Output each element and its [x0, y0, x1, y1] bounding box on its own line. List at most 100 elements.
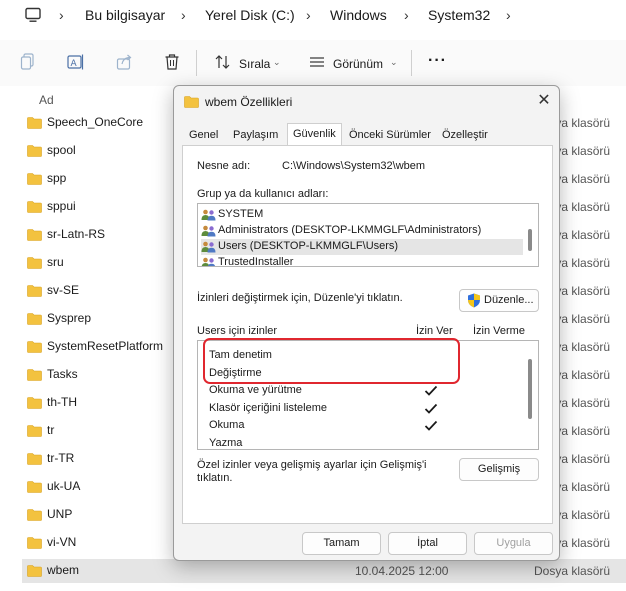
permission-name: Okuma: [209, 419, 245, 431]
apply-button[interactable]: Uygula: [474, 532, 553, 555]
folder-icon: [27, 509, 42, 521]
breadcrumb-yerel-disk[interactable]: Yerel Disk (C:): [205, 7, 295, 23]
file-type: Dosya klasörü: [534, 564, 611, 578]
checkmark-icon: [424, 385, 438, 396]
folder-icon: [27, 453, 42, 465]
file-name: sr-Latn-RS: [47, 227, 106, 241]
sort-button-label[interactable]: Sırala: [239, 57, 270, 71]
view-icon[interactable]: [308, 53, 326, 71]
file-name: th-TH: [47, 395, 77, 409]
chevron-right-icon: ›: [306, 7, 311, 23]
groups-label: Grup ya da kullanıcı adları:: [197, 188, 329, 200]
dialog-title: wbem Özellikleri: [205, 95, 293, 109]
users-icon: [201, 209, 216, 221]
tab-ozellestir[interactable]: Özelleştir: [437, 126, 493, 144]
column-header-name[interactable]: Ad: [39, 93, 54, 107]
users-icon: [201, 241, 216, 253]
users-listbox[interactable]: SYSTEM Administrators (DESKTOP-LKMMGLF\Ad…: [197, 203, 539, 267]
file-name: tr: [47, 423, 55, 437]
advanced-hint-line2: tıklatın.: [197, 472, 233, 484]
file-name: vi-VN: [47, 535, 77, 549]
file-name: UNP: [47, 507, 73, 521]
delete-icon[interactable]: [164, 53, 180, 71]
deny-column-header: İzin Verme: [473, 325, 525, 337]
folder-icon: [27, 285, 42, 297]
file-name: tr-TR: [47, 451, 75, 465]
folder-icon: [27, 117, 42, 129]
chevron-right-icon: ›: [59, 7, 64, 23]
users-icon: [201, 225, 216, 237]
toolbar-divider: [196, 50, 197, 76]
permission-name: Yazma: [209, 436, 243, 449]
object-name-label: Nesne adı:: [197, 160, 251, 172]
more-options-icon[interactable]: ···: [428, 52, 447, 70]
users-icon: [201, 257, 216, 266]
user-name: Users (DESKTOP-LKMMGLF\Users): [218, 240, 399, 252]
breadcrumb-windows[interactable]: Windows: [330, 7, 387, 23]
folder-icon: [27, 145, 42, 157]
folder-icon: [27, 341, 42, 353]
user-list-item[interactable]: Users (DESKTOP-LKMMGLF\Users): [201, 239, 523, 255]
tab-onceki-surumler[interactable]: Önceki Sürümler: [344, 126, 436, 144]
user-list-item[interactable]: SYSTEM: [201, 207, 523, 223]
cancel-button[interactable]: İptal: [388, 532, 467, 555]
copy-icon[interactable]: [20, 53, 36, 71]
tab-guvenlik[interactable]: Güvenlik: [287, 123, 342, 146]
folder-icon: [27, 397, 42, 409]
file-row[interactable]: wbem 10.04.2025 12:00 Dosya klasörü: [22, 559, 626, 583]
address-bar[interactable]: › Bu bilgisayar › Yerel Disk (C:) › Wind…: [0, 0, 626, 32]
permissions-label: Users için izinler: [197, 325, 278, 337]
user-list-item[interactable]: Administrators (DESKTOP-LKMMGLF\Administ…: [201, 223, 523, 239]
permission-name: Klasör içeriğini listeleme: [209, 401, 327, 414]
close-icon[interactable]: ✕: [534, 91, 554, 111]
permission-name: Okuma ve yürütme: [209, 384, 302, 396]
file-date: 10.04.2025 12:00: [355, 564, 449, 578]
svg-text:A: A: [71, 59, 78, 69]
chevron-right-icon: ›: [506, 7, 511, 23]
checkmark-icon: [424, 420, 438, 431]
advanced-hint-line1: Özel izinler veya gelişmiş ayarlar için …: [197, 459, 427, 471]
file-name: uk-UA: [47, 479, 81, 493]
allow-column-header: İzin Ver: [416, 325, 453, 337]
view-button-label[interactable]: Görünüm: [333, 57, 383, 71]
folder-icon: [27, 565, 42, 577]
user-name: TrustedInstaller: [218, 256, 294, 267]
folder-icon: [27, 425, 42, 437]
sort-icon[interactable]: [214, 53, 232, 71]
edit-button-label: Düzenle...: [484, 294, 534, 306]
breadcrumb-bu-bilgisayar[interactable]: Bu bilgisayar: [85, 7, 165, 23]
user-name: Administrators (DESKTOP-LKMMGLF\Administ…: [218, 224, 482, 236]
file-name: spp: [47, 171, 67, 185]
edit-hint: İzinleri değiştirmek için, Düzenle'yi tı…: [197, 292, 403, 304]
permissions-scrollbar[interactable]: [528, 359, 532, 419]
command-bar: A Sırala ⌄ Görünüm ⌄ ···: [0, 40, 626, 86]
edit-button[interactable]: Düzenle...: [459, 289, 539, 312]
file-name: wbem: [47, 563, 80, 577]
advanced-button[interactable]: Gelişmiş: [459, 458, 539, 481]
rename-icon[interactable]: A: [67, 53, 85, 71]
properties-dialog: wbem Özellikleri ✕ Genel Paylaşım Güvenl…: [173, 85, 560, 561]
tab-paylasim[interactable]: Paylaşım: [228, 126, 283, 144]
file-name: Tasks: [47, 367, 78, 381]
file-name: sppui: [47, 199, 76, 213]
folder-icon: [27, 229, 42, 241]
tab-genel[interactable]: Genel: [184, 126, 223, 144]
file-name: spool: [47, 143, 76, 157]
file-name: SystemResetPlatform: [47, 339, 164, 353]
highlight-annotation: [203, 338, 460, 384]
users-scrollbar[interactable]: [528, 229, 532, 251]
share-icon[interactable]: [116, 53, 134, 71]
file-name: sru: [47, 255, 64, 269]
user-list-item[interactable]: TrustedInstaller: [201, 255, 523, 267]
file-name: sv-SE: [47, 283, 80, 297]
checkmark-icon: [424, 403, 438, 414]
folder-icon: [27, 537, 42, 549]
shield-icon: [468, 293, 480, 308]
ok-button[interactable]: Tamam: [302, 532, 381, 555]
folder-icon: [27, 313, 42, 325]
user-name: SYSTEM: [218, 208, 264, 220]
toolbar-divider: [411, 50, 412, 76]
security-tab-panel: Nesne adı: C:\Windows\System32\wbem Grup…: [182, 145, 553, 524]
breadcrumb-system32[interactable]: System32: [428, 7, 490, 23]
chevron-down-icon: ⌄: [390, 57, 398, 67]
